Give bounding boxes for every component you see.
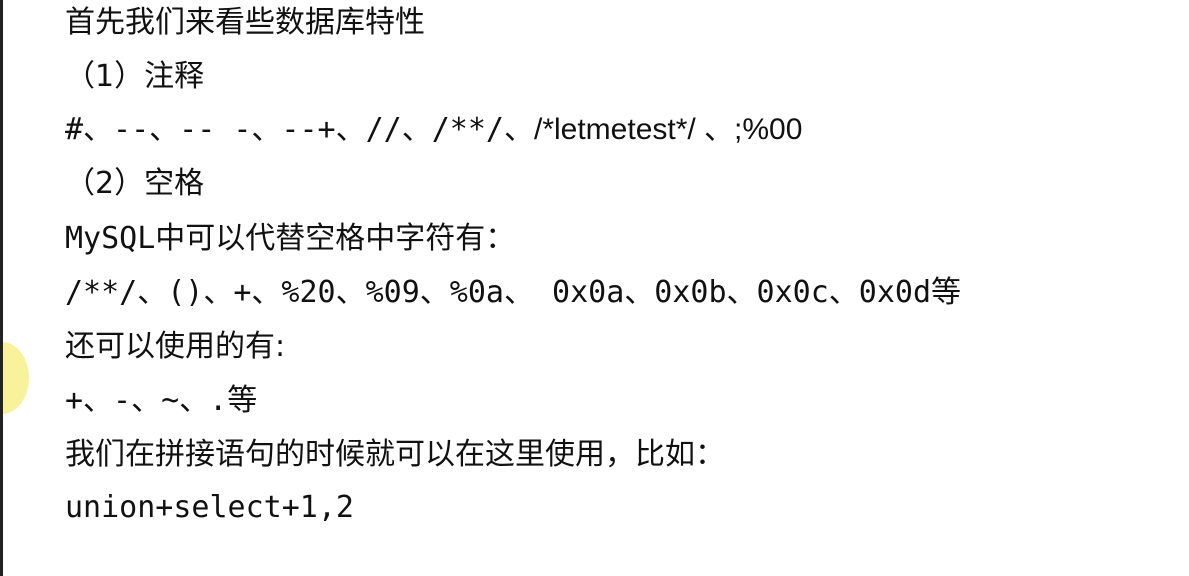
concat-intro: 我们在拼接语句的时候就可以在这里使用，比如： bbox=[65, 437, 725, 472]
cursor-highlight bbox=[3, 342, 29, 414]
also-usable-chars: +、-、~、.等 bbox=[65, 383, 258, 418]
also-usable-intro: 还可以使用的有: bbox=[65, 329, 286, 364]
document-page: 首先我们来看些数据库特性 （1）注释 #、--、-- -、--+、//、/**/… bbox=[0, 0, 1189, 576]
comment-syntax-part2: /*letmetest*/ 、;%00 bbox=[533, 113, 803, 146]
space-chars-line: /**/、()、+、%20、%09、%0a、 0x0a、0x0b、0x0c、0x… bbox=[65, 275, 962, 310]
comment-syntax-part1: #、--、-- -、--+、//、/**/、 bbox=[65, 112, 534, 147]
section-heading-comments: （1）注释 bbox=[65, 59, 205, 94]
example-query: union+select+1,2 bbox=[65, 490, 354, 525]
intro-line: 首先我们来看些数据库特性 bbox=[65, 5, 425, 40]
comment-syntax-line: #、--、-- -、--+、//、/**/、/*letmetest*/ 、;%0… bbox=[65, 112, 802, 148]
section-heading-spaces: （2）空格 bbox=[65, 166, 205, 201]
mysql-space-intro: MySQL中可以代替空格中字符有： bbox=[65, 221, 516, 256]
